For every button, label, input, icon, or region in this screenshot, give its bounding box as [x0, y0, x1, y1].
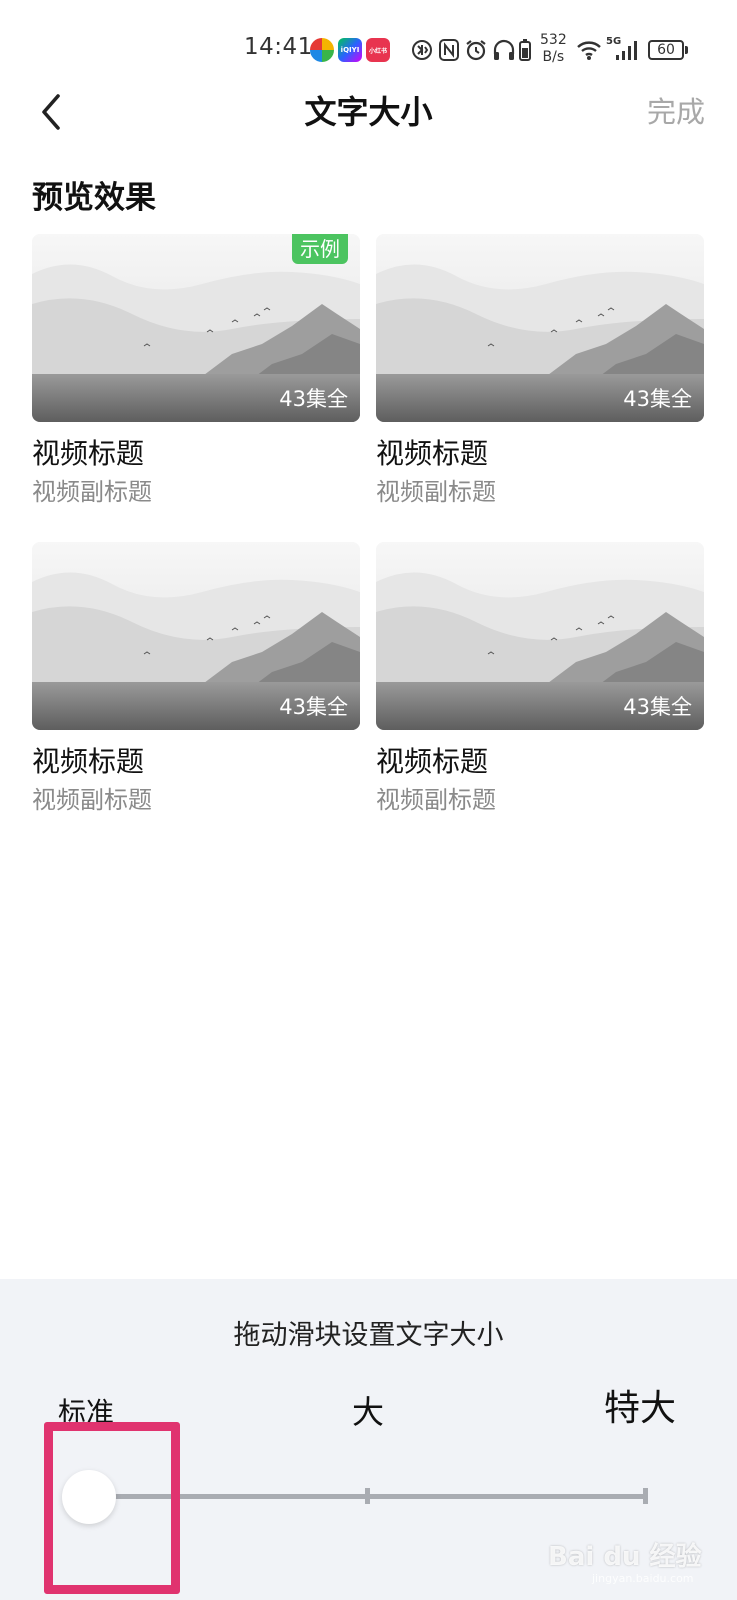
battery-level: 60: [657, 42, 675, 58]
battery-indicator: 60: [648, 40, 684, 60]
xiaohongshu-app-icon: 小红书: [366, 38, 390, 62]
app-360-icon: [310, 38, 334, 62]
wifi-icon: [577, 41, 601, 60]
episode-count: 43集全: [623, 387, 692, 411]
iqiyi-app-icon: iQIYI: [338, 38, 362, 62]
video-subtitle: 视频副标题: [376, 478, 496, 506]
video-subtitle: 视频副标题: [376, 786, 496, 814]
video-title: 视频标题: [376, 745, 489, 778]
video-card[interactable]: 43集全 视频标题 视频副标题: [376, 234, 704, 508]
video-card[interactable]: 43集全 视频标题 视频副标题: [32, 542, 360, 816]
size-label-extra-large[interactable]: 特大: [604, 1379, 676, 1431]
video-subtitle: 视频副标题: [32, 786, 152, 814]
video-title: 视频标题: [32, 745, 145, 778]
video-thumbnail: 示例 43集全: [32, 234, 360, 422]
network-speed-value: 532: [540, 32, 567, 48]
cell-signal-icon: [616, 41, 637, 60]
network-speed-unit: B/s: [542, 49, 565, 65]
episode-count: 43集全: [279, 695, 348, 719]
slider-hint: 拖动滑块设置文字大小: [233, 1320, 504, 1351]
episode-count: 43集全: [279, 387, 348, 411]
video-title: 视频标题: [32, 437, 145, 470]
video-thumbnail: 43集全: [32, 542, 360, 730]
status-time: 14:41: [244, 34, 313, 60]
video-title: 视频标题: [376, 437, 489, 470]
highlight-annotation-box: [44, 1422, 180, 1594]
xiaohongshu-app-icon-label: 小红书: [368, 47, 387, 55]
page-title: 文字大小: [304, 93, 433, 131]
video-card[interactable]: 示例 43集全 视频标题 视频副标题: [32, 234, 360, 508]
slider-tick-large: [365, 1488, 370, 1504]
preview-section-title: 预览效果: [32, 180, 156, 216]
video-card[interactable]: 43集全 视频标题 视频副标题: [376, 542, 704, 816]
iqiyi-app-icon-label: iQIYI: [340, 46, 360, 54]
size-label-large[interactable]: 大: [352, 1387, 384, 1433]
network-speed: 532 B/s: [540, 32, 567, 66]
slider-tick-extra-large: [643, 1488, 648, 1504]
alarm-icon: [466, 40, 486, 61]
sample-badge: 示例: [292, 234, 348, 264]
status-bar: 14:41 iQIYI 小红书 532 B/s 5G 60: [0, 0, 737, 90]
battery-tip: [685, 46, 688, 54]
video-subtitle: 视频副标题: [32, 478, 152, 506]
episode-count: 43集全: [623, 695, 692, 719]
back-button[interactable]: [34, 90, 74, 134]
back-arrow-icon: [42, 94, 60, 130]
video-thumbnail: 43集全: [376, 234, 704, 422]
nfc-icon: [439, 39, 459, 61]
vibrate-mode-icon: [412, 40, 432, 60]
done-button[interactable]: 完成: [647, 92, 705, 132]
baidu-watermark-url: jingyan.baidu.com: [592, 1572, 694, 1585]
baidu-watermark: Bai du 经验: [548, 1542, 702, 1572]
headphone-battery-icon: [519, 39, 531, 61]
headphones-icon: [493, 39, 515, 60]
video-thumbnail: 43集全: [376, 542, 704, 730]
